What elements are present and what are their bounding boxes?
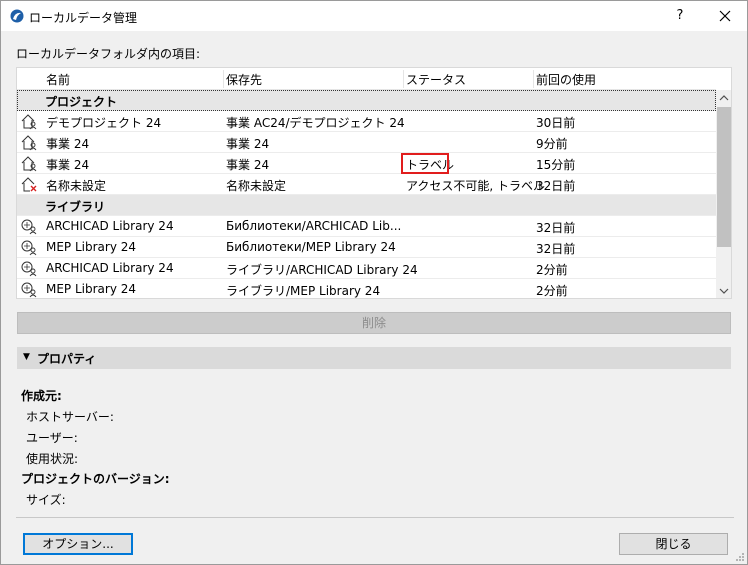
row-location: 事業 AC24/デモプロジェクト 24 xyxy=(226,116,405,130)
archicad-icon xyxy=(10,9,24,23)
row-last-used: 32日前 xyxy=(536,242,576,256)
scrollbar-thumb[interactable] xyxy=(717,107,731,247)
properties-section-header[interactable]: ▼ プロパティ xyxy=(17,347,731,369)
row-name: ARCHICAD Library 24 xyxy=(46,219,174,233)
triangle-down-icon: ▼ xyxy=(23,352,30,362)
chevron-up-icon[interactable] xyxy=(716,90,732,106)
close-button[interactable]: 閉じる xyxy=(619,533,728,555)
table-row[interactable]: デモプロジェクト 24 事業 AC24/デモプロジェクト 24 30日前 xyxy=(17,111,716,132)
project-home-error-icon xyxy=(21,177,37,192)
table-row[interactable]: ARCHICAD Library 24 Библиотеки/ARCHICAD … xyxy=(17,216,716,237)
row-name: デモプロジェクト 24 xyxy=(46,116,162,130)
help-button[interactable]: ? xyxy=(669,5,691,27)
row-last-used: 2分前 xyxy=(536,263,568,277)
row-last-used: 9分前 xyxy=(536,137,568,151)
table-row[interactable]: 名称未設定 名称未設定 アクセス不可能, トラベル 32日前 xyxy=(17,174,716,195)
row-last-used: 2分前 xyxy=(536,284,568,298)
row-name: 事業 24 xyxy=(46,137,90,151)
column-header-name[interactable]: 名前 xyxy=(46,71,70,89)
row-location: Библиотеки/ARCHICAD Lib... xyxy=(226,219,402,233)
local-data-items-label: ローカルデータフォルダ内の項目: xyxy=(16,47,201,61)
properties-header-label: プロパティ xyxy=(37,352,97,366)
prop-host-server: ホストサーバー: xyxy=(26,410,114,424)
row-location: 名称未設定 xyxy=(226,179,287,193)
prop-created-by: 作成元: xyxy=(21,389,62,403)
window-title: ローカルデータ管理 xyxy=(29,11,138,25)
close-icon xyxy=(719,10,731,22)
project-home-icon xyxy=(21,156,37,172)
project-home-icon xyxy=(21,114,37,130)
prop-usage: 使用状況: xyxy=(26,452,79,466)
column-header-location[interactable]: 保存先 xyxy=(226,71,262,89)
table-row[interactable]: MEP Library 24 ライブラリ/MEP Library 24 2分前 xyxy=(17,279,716,298)
local-data-table: 名前 保存先 ステータス 前回の使用 プロジェクト デモプロジェクト 24 事業… xyxy=(16,67,732,299)
row-name: ARCHICAD Library 24 xyxy=(46,261,174,275)
table-header: 名前 保存先 ステータス 前回の使用 xyxy=(17,68,716,90)
row-status: アクセス不可能, トラベル xyxy=(406,179,546,193)
resize-grip-icon[interactable] xyxy=(735,552,745,562)
chevron-down-icon[interactable] xyxy=(716,283,732,299)
row-location: ライブラリ/MEP Library 24 xyxy=(226,284,381,298)
group-row-libraries[interactable]: ライブラリ xyxy=(17,195,716,216)
table-row[interactable]: MEP Library 24 Библиотеки/MEP Library 24… xyxy=(17,237,716,258)
prop-user: ユーザー: xyxy=(26,431,78,445)
library-icon xyxy=(21,261,37,277)
status-highlight-box xyxy=(401,153,449,174)
footer-divider xyxy=(16,517,734,518)
library-icon xyxy=(21,282,37,298)
local-data-manager-window: ローカルデータ管理 ? ローカルデータフォルダ内の項目: 名前 保存先 ステータ… xyxy=(0,0,748,565)
close-window-button[interactable] xyxy=(713,5,737,27)
row-last-used: 30日前 xyxy=(536,116,576,130)
row-name: MEP Library 24 xyxy=(46,282,137,296)
row-last-used: 32日前 xyxy=(536,221,576,235)
group-row-projects[interactable]: プロジェクト xyxy=(17,90,716,111)
library-icon xyxy=(21,240,37,256)
table-scrollbar[interactable] xyxy=(716,90,732,299)
column-header-status[interactable]: ステータス xyxy=(406,71,466,89)
group-label: プロジェクト xyxy=(45,95,118,109)
row-location: Библиотеки/MEP Library 24 xyxy=(226,240,396,254)
table-row[interactable]: 事業 24 事業 24 9分前 xyxy=(17,132,716,153)
row-last-used: 15分前 xyxy=(536,158,576,172)
row-name: MEP Library 24 xyxy=(46,240,137,254)
row-last-used: 32日前 xyxy=(536,179,576,193)
row-name: 名称未設定 xyxy=(46,179,107,193)
column-header-last-used[interactable]: 前回の使用 xyxy=(536,71,596,89)
table-row[interactable]: 事業 24 事業 24 トラベル 15分前 xyxy=(17,153,716,174)
table-row[interactable]: ARCHICAD Library 24 ライブラリ/ARCHICAD Libra… xyxy=(17,258,716,279)
row-name: 事業 24 xyxy=(46,158,90,172)
title-bar: ローカルデータ管理 ? xyxy=(1,1,747,31)
library-icon xyxy=(21,219,37,235)
delete-button[interactable]: 削除 xyxy=(17,312,731,334)
options-button[interactable]: オプション... xyxy=(23,533,133,555)
project-home-icon xyxy=(21,135,37,151)
row-location: 事業 24 xyxy=(226,158,270,172)
prop-size: サイズ: xyxy=(26,493,66,507)
row-location: ライブラリ/ARCHICAD Library 24 xyxy=(226,263,418,277)
row-location: 事業 24 xyxy=(226,137,270,151)
prop-project-version: プロジェクトのバージョン: xyxy=(21,472,170,486)
group-label: ライブラリ xyxy=(45,200,106,214)
